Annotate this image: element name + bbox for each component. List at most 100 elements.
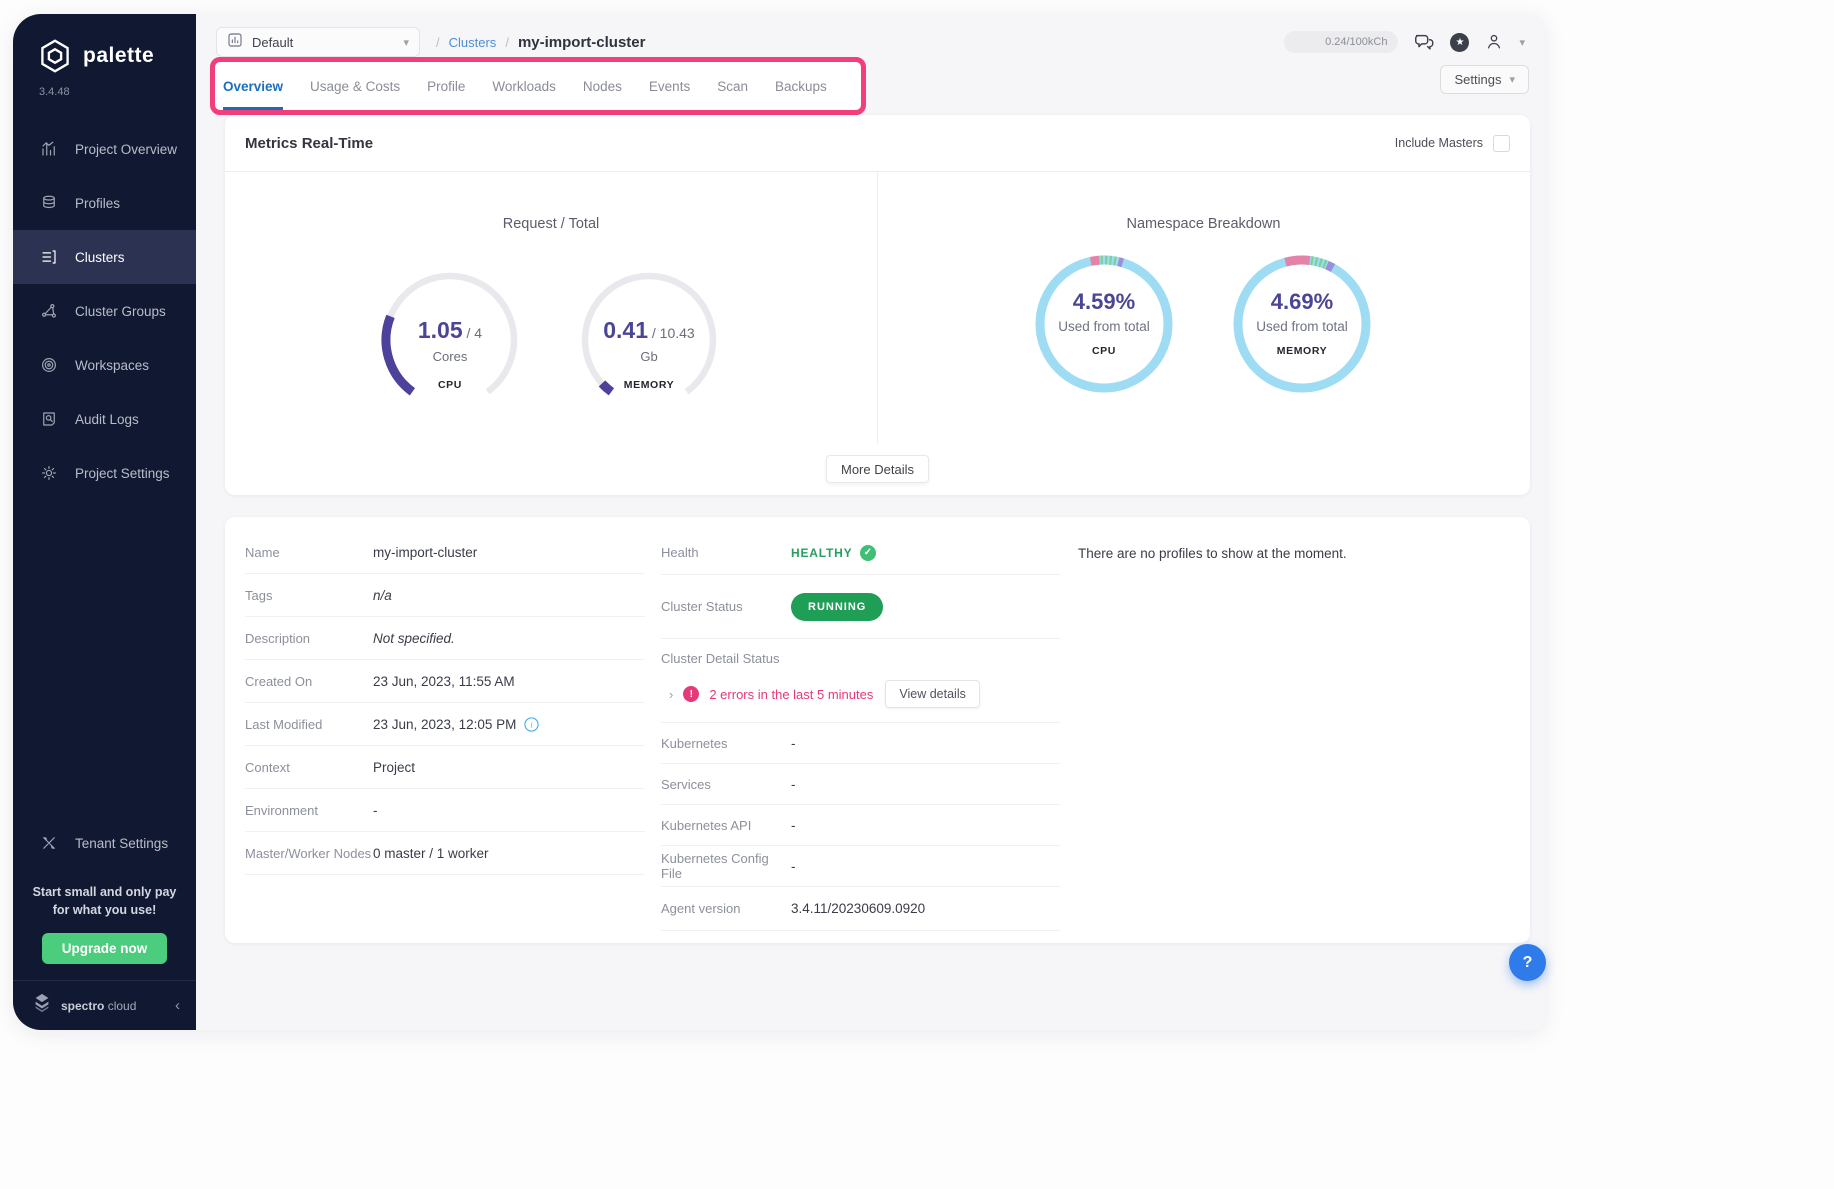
sidebar-item-label: Workspaces [75, 358, 149, 373]
sidebar-item-project-settings[interactable]: Project Settings [13, 446, 196, 500]
cpu-unit: Cores [375, 349, 525, 364]
brand-logo-row: palette [13, 14, 196, 74]
detail-row-master-worker: Master/Worker Nodes 0 master / 1 worker [245, 832, 645, 875]
svg-text:i: i [531, 719, 534, 729]
more-details-button[interactable]: More Details [826, 455, 929, 483]
master-worker-value: 0 master / 1 worker [373, 846, 489, 861]
palette-logo-icon [37, 38, 73, 74]
network-icon [39, 301, 59, 321]
sidebar-item-label: Tenant Settings [75, 836, 168, 851]
detail-row-health: Health HEALTHY ✓ [661, 531, 1061, 575]
cpu-used-percent: 4.59% [1029, 289, 1179, 315]
gear-icon [39, 463, 59, 483]
metrics-card: Metrics Real-Time Include Masters Reques… [225, 115, 1530, 495]
cpu-used-caption: Used from total [1029, 319, 1179, 334]
user-icon[interactable] [1484, 32, 1504, 52]
detail-row-cluster-status: Cluster Status RUNNING [661, 575, 1061, 639]
sidebar-item-workspaces[interactable]: Workspaces [13, 338, 196, 392]
health-check-icon: ✓ [860, 545, 876, 561]
sidebar-item-tenant-settings[interactable]: Tenant Settings [13, 816, 196, 870]
upgrade-promo-text: Start small and only pay for what you us… [13, 884, 196, 919]
tab-backups[interactable]: Backups [775, 62, 827, 110]
profiles-empty-message: There are no profiles to show at the mom… [1078, 546, 1347, 561]
detail-row-kubernetes-config: Kubernetes Config File - [661, 846, 1061, 887]
cluster-details-card: Name my-import-cluster Tags n/a Descript… [225, 517, 1530, 943]
project-chart-icon [227, 32, 243, 53]
sidebar-item-label: Cluster Groups [75, 304, 166, 319]
detail-row-services: Services - [661, 764, 1061, 805]
chevron-down-icon: ▾ [1509, 73, 1515, 86]
tab-workloads[interactable]: Workloads [492, 62, 556, 110]
namespace-memory-donut: 4.69% Used from total MEMORY [1227, 249, 1377, 399]
info-icon[interactable]: i [524, 717, 539, 732]
memory-unit: Gb [574, 349, 724, 364]
settings-button[interactable]: Settings ▾ [1440, 65, 1529, 94]
sidebar-item-label: Profiles [75, 196, 120, 211]
details-column-left: Name my-import-cluster Tags n/a Descript… [245, 531, 645, 875]
kubernetes-config-value: - [791, 859, 796, 874]
context-value: Project [373, 760, 415, 775]
detail-row-tags: Tags n/a [245, 574, 645, 617]
breadcrumb-separator: / [436, 35, 440, 50]
detail-row-last-modified: Last Modified 23 Jun, 2023, 12:05 PM i [245, 703, 645, 746]
sidebar: palette 3.4.48 Project Overview Profiles [13, 14, 196, 1030]
main-content: Default ▾ / Clusters / my-import-cluster… [196, 14, 1545, 1030]
sidebar-item-cluster-groups[interactable]: Cluster Groups [13, 284, 196, 338]
help-button[interactable]: ? [1509, 944, 1546, 981]
cpu-request-value: 1.05 [418, 317, 463, 343]
project-selector-value: Default [252, 35, 394, 50]
sidebar-menu: Project Overview Profiles Clusters Clust… [13, 122, 196, 500]
breadcrumb-link-clusters[interactable]: Clusters [449, 35, 497, 50]
cpu-gauge-label: CPU [375, 379, 525, 391]
project-selector[interactable]: Default ▾ [216, 27, 420, 57]
upgrade-now-button[interactable]: Upgrade now [42, 933, 168, 964]
sidebar-item-project-overview[interactable]: Project Overview [13, 122, 196, 176]
cluster-detail-status-group: Cluster Detail Status › ! 2 errors in th… [661, 639, 1061, 723]
sidebar-item-clusters[interactable]: Clusters [13, 230, 196, 284]
sidebar-item-audit-logs[interactable]: Audit Logs [13, 392, 196, 446]
sidebar-collapse-icon[interactable]: ‹ [175, 997, 180, 1014]
target-icon [39, 355, 59, 375]
details-column-middle: Health HEALTHY ✓ Cluster Status RUNNING … [661, 531, 1061, 931]
breadcrumb: / Clusters / my-import-cluster [436, 34, 645, 51]
memory-total-value: / 10.43 [652, 325, 695, 341]
environment-value: - [373, 803, 378, 818]
chevron-down-icon[interactable]: ▾ [1519, 36, 1525, 49]
tab-profile[interactable]: Profile [427, 62, 465, 110]
tabs-highlight-annotation: Overview Usage & Costs Profile Workloads… [210, 57, 866, 115]
chevron-down-icon: ▾ [403, 36, 409, 49]
tab-events[interactable]: Events [649, 62, 690, 110]
detail-row-context: Context Project [245, 746, 645, 789]
chat-icon[interactable] [1413, 31, 1435, 53]
detail-row-environment: Environment - [245, 789, 645, 832]
top-right-controls: 0.24/100kCh ★ ▾ [1284, 31, 1525, 53]
tab-overview[interactable]: Overview [223, 62, 283, 110]
memory-request-value: 0.41 [603, 317, 648, 343]
memory-donut-label: MEMORY [1227, 345, 1377, 357]
tab-usage-costs[interactable]: Usage & Costs [310, 62, 400, 110]
sidebar-footer: spectro cloud ‹ [13, 980, 196, 1030]
sidebar-item-profiles[interactable]: Profiles [13, 176, 196, 230]
breadcrumb-current: my-import-cluster [518, 34, 646, 51]
tab-nodes[interactable]: Nodes [583, 62, 622, 110]
breadcrumb-separator: / [505, 35, 509, 50]
include-masters-checkbox[interactable] [1493, 135, 1510, 152]
last-modified-value: 23 Jun, 2023, 12:05 PM [373, 717, 516, 732]
tab-scan[interactable]: Scan [717, 62, 748, 110]
vertical-divider [877, 172, 878, 444]
health-status-value: HEALTHY [791, 546, 852, 560]
usage-quota-badge: 0.24/100kCh [1284, 31, 1398, 53]
description-value: Not specified. [373, 631, 455, 646]
request-total-title: Request / Total [225, 216, 877, 232]
tags-value: n/a [373, 588, 392, 603]
footer-brand: spectro cloud [61, 999, 136, 1013]
spectro-cloud-logo [31, 992, 53, 1019]
app-window: palette 3.4.48 Project Overview Profiles [13, 14, 1545, 1030]
view-details-button[interactable]: View details [885, 680, 979, 708]
chevron-right-icon[interactable]: › [669, 687, 673, 702]
cpu-donut-label: CPU [1029, 345, 1179, 357]
cpu-total-value: / 4 [467, 325, 483, 341]
star-badge-icon[interactable]: ★ [1450, 33, 1469, 52]
memory-gauge: 0.41 / 10.43 Gb MEMORY [574, 265, 724, 415]
detail-row-created-on: Created On 23 Jun, 2023, 11:55 AM [245, 660, 645, 703]
